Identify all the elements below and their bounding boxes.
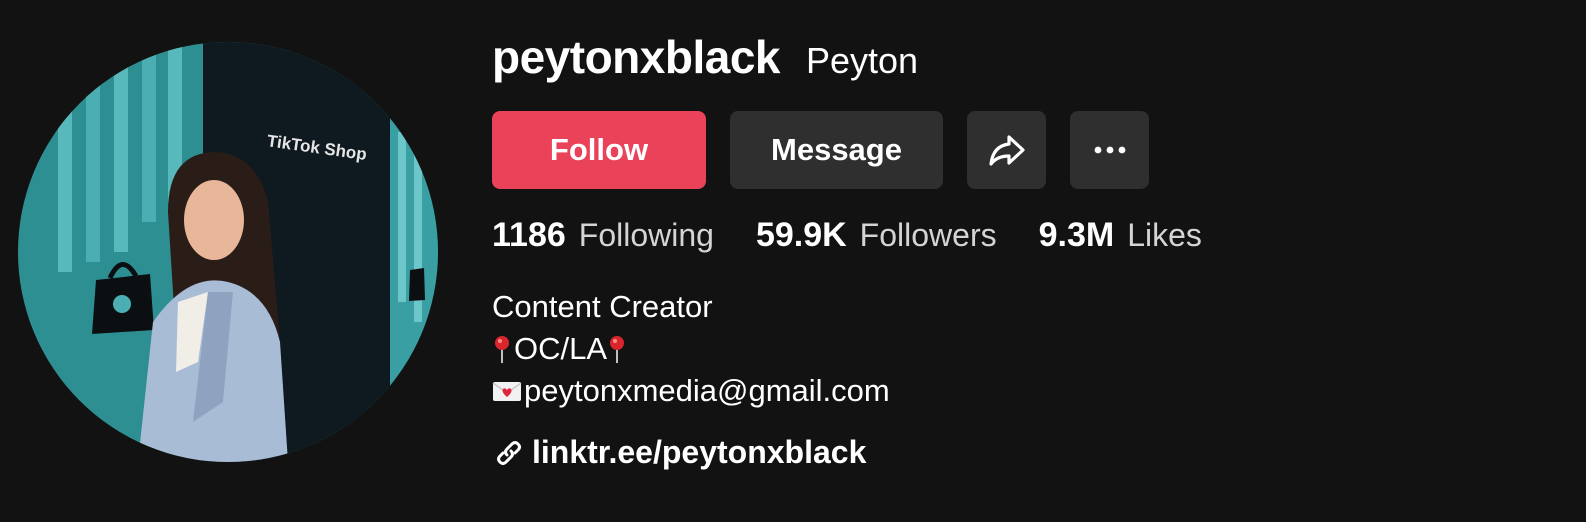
stat-value: 9.3M	[1038, 216, 1115, 254]
pin-icon	[495, 336, 509, 363]
stat-label: Following	[578, 217, 714, 253]
profile-avatar[interactable]: TikTok Shop	[18, 42, 438, 462]
stat-label: Likes	[1127, 217, 1202, 253]
stat-followers[interactable]: 59.9K Followers	[756, 216, 997, 255]
stat-value: 1186	[492, 216, 566, 254]
bio-line: Content Creator	[492, 286, 890, 328]
share-arrow-icon	[988, 135, 1025, 166]
stat-following[interactable]: 1186 Following	[492, 216, 714, 255]
more-dots-icon	[1094, 146, 1125, 154]
share-button[interactable]	[967, 111, 1046, 189]
bio-location: OC/LA	[514, 331, 608, 366]
bio-title: Content Creator	[492, 289, 713, 324]
avatar-photo: TikTok Shop	[18, 42, 438, 462]
profile-link-text[interactable]: linktr.ee/peytonxblack	[532, 434, 866, 471]
profile-link[interactable]: linktr.ee/peytonxblack	[494, 434, 866, 471]
profile-actions: Follow Message	[492, 111, 1149, 189]
link-icon	[497, 440, 521, 465]
stat-label: Followers	[859, 217, 997, 253]
pin-icon	[610, 336, 625, 363]
name-row: peytonxblack Peyton	[492, 30, 1552, 90]
message-button[interactable]: Message	[730, 111, 943, 189]
stat-value: 59.9K	[755, 216, 847, 254]
love-letter-icon	[492, 382, 522, 401]
bio-email[interactable]: peytonxmedia@gmail.com	[524, 370, 890, 412]
bio-line: peytonxmedia@gmail.com	[492, 370, 890, 412]
profile-info: peytonxblack Peyton Follow Message 1186 …	[492, 30, 1552, 470]
follow-button[interactable]: Follow	[492, 111, 706, 189]
bio-line: OC/LA	[492, 328, 890, 370]
profile-bio: Content Creator OC/LA peytonxmedia@gmail…	[492, 286, 890, 412]
username: peytonxblack	[492, 31, 781, 83]
nickname: Peyton	[806, 40, 919, 81]
stat-likes: 9.3M Likes	[1039, 216, 1202, 255]
profile-stats: 1186 Following 59.9K Followers 9.3M Like…	[492, 216, 1244, 255]
more-button[interactable]	[1070, 111, 1149, 189]
